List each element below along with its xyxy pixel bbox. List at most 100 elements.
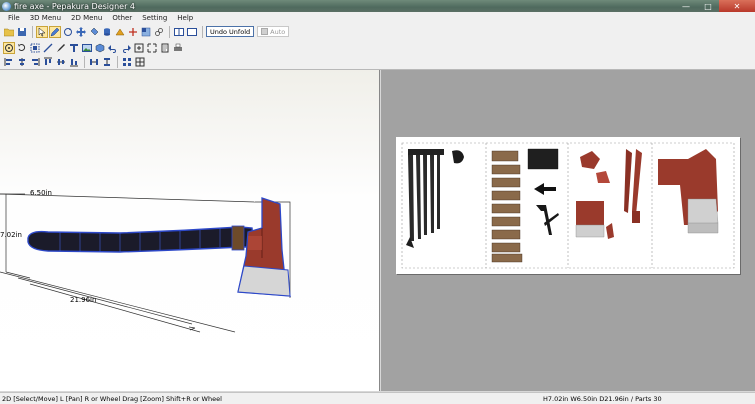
menu-3d[interactable]: 3D Menu: [25, 14, 66, 22]
align-left-button[interactable]: [3, 56, 15, 68]
expand-button[interactable]: [146, 42, 158, 54]
menu-other[interactable]: Other: [107, 14, 137, 22]
bucket-icon: [90, 27, 99, 35]
image-tool-button[interactable]: [81, 42, 93, 54]
join-button[interactable]: [127, 26, 139, 38]
align-toolbar: [0, 55, 755, 70]
align-top-icon: [44, 57, 52, 65]
text-tool-button[interactable]: [68, 42, 80, 54]
redo-icon: [123, 44, 131, 53]
undo-button[interactable]: [107, 42, 119, 54]
arrange-icon: [123, 58, 131, 66]
brush-button[interactable]: [55, 42, 67, 54]
single-view-button[interactable]: [186, 26, 198, 38]
auto-label: Auto: [270, 27, 286, 36]
zoom-fit-icon: [134, 43, 144, 52]
toolbar-separator: [169, 25, 170, 38]
dimension-height-label: 7.02in: [0, 231, 22, 239]
handle-strips-part: [406, 149, 464, 248]
title-bar: fire axe - Pepakura Designer 4 — □ ✕: [0, 0, 755, 12]
dimension-width-label: 21.96in: [70, 296, 97, 304]
maximize-button[interactable]: □: [697, 0, 719, 12]
align-middle-icon: [57, 59, 65, 65]
texture-icon: [141, 27, 151, 36]
menu-file[interactable]: File: [3, 14, 25, 22]
align-bottom-icon: [70, 59, 78, 67]
status-mode-text: 2D [Select/Move] L [Pan] R or Wheel Drag…: [2, 394, 222, 403]
menu-2d[interactable]: 2D Menu: [66, 14, 107, 22]
distribute-vertical-icon: [104, 58, 110, 66]
axe-face-part: [658, 149, 719, 234]
split-view-icon: [174, 27, 184, 36]
grid-icon: [135, 57, 145, 67]
unfolded-parts: [401, 142, 735, 269]
print-button[interactable]: [172, 42, 184, 54]
undo-unfold-button[interactable]: Undo Unfold: [206, 26, 255, 37]
align-center-icon: [19, 58, 25, 66]
toolbar-separator: [202, 25, 203, 38]
align-middle-button[interactable]: [55, 56, 67, 68]
grid-button[interactable]: [134, 56, 146, 68]
axe-handle: [27, 225, 255, 253]
join-icon: [129, 27, 137, 36]
draw-line-button[interactable]: [42, 42, 54, 54]
menu-setting[interactable]: Setting: [137, 14, 172, 22]
printer-icon: [174, 43, 182, 51]
save-button[interactable]: [16, 26, 28, 38]
undo-icon: [108, 44, 116, 53]
move-button[interactable]: [75, 26, 87, 38]
close-button[interactable]: ✕: [719, 0, 755, 12]
align-top-button[interactable]: [42, 56, 54, 68]
auto-icon: [261, 28, 269, 35]
paper-sheet: [396, 137, 740, 274]
open-folder-button[interactable]: [3, 26, 15, 38]
auto-button[interactable]: Auto: [257, 26, 290, 37]
move-icon: [76, 26, 86, 37]
print-preview-icon: [161, 43, 169, 52]
rotate-parts-button[interactable]: [16, 42, 28, 54]
link-icon: [155, 27, 163, 36]
link-button[interactable]: [153, 26, 165, 38]
select-mode-button[interactable]: [36, 25, 48, 38]
split-view-button[interactable]: [173, 26, 185, 38]
select-box-icon: [30, 43, 40, 52]
viewport-2d[interactable]: [381, 70, 755, 391]
edge-select-button[interactable]: [29, 42, 41, 54]
align-right-button[interactable]: [29, 56, 41, 68]
paint-button[interactable]: [88, 26, 100, 38]
print-preview-button[interactable]: [159, 42, 171, 54]
status-bar: 2D [Select/Move] L [Pan] R or Wheel Drag…: [0, 392, 755, 404]
expand-icon: [147, 43, 157, 52]
viewport-3d[interactable]: 6.50in 7.02in 21.96in: [0, 70, 380, 391]
wood-segments-part: [491, 148, 559, 263]
align-right-icon: [32, 58, 40, 66]
redo-button[interactable]: [120, 42, 132, 54]
select-parts-button[interactable]: [3, 41, 15, 54]
flap-tool-button[interactable]: [94, 42, 106, 54]
dimension-depth-label: 6.50in: [30, 189, 52, 197]
arrange-parts-button[interactable]: [121, 56, 133, 68]
folder-icon: [4, 28, 14, 36]
app-icon: [2, 1, 11, 11]
align-bottom-button[interactable]: [68, 56, 80, 68]
menu-help[interactable]: Help: [172, 14, 198, 22]
single-view-icon: [187, 27, 197, 36]
target-icon: [5, 43, 13, 52]
cylinder-button[interactable]: [101, 26, 113, 38]
rotate-button[interactable]: [62, 26, 74, 38]
align-center-button[interactable]: [16, 56, 28, 68]
align-left-icon: [4, 58, 12, 66]
unfold-icon: [115, 28, 125, 35]
cube-icon: [95, 43, 105, 52]
texture-button[interactable]: [140, 26, 152, 38]
zoom-fit-button[interactable]: [133, 42, 145, 54]
pencil-icon: [50, 27, 60, 36]
distribute-h-button[interactable]: [88, 56, 100, 68]
text-t-icon: [70, 43, 78, 52]
minimize-button[interactable]: —: [675, 0, 697, 12]
edit-mode-button[interactable]: [49, 25, 61, 38]
cylinder-icon: [104, 27, 110, 36]
cursor-icon: [38, 26, 46, 36]
distribute-v-button[interactable]: [101, 56, 113, 68]
unfold-button[interactable]: [114, 26, 126, 38]
